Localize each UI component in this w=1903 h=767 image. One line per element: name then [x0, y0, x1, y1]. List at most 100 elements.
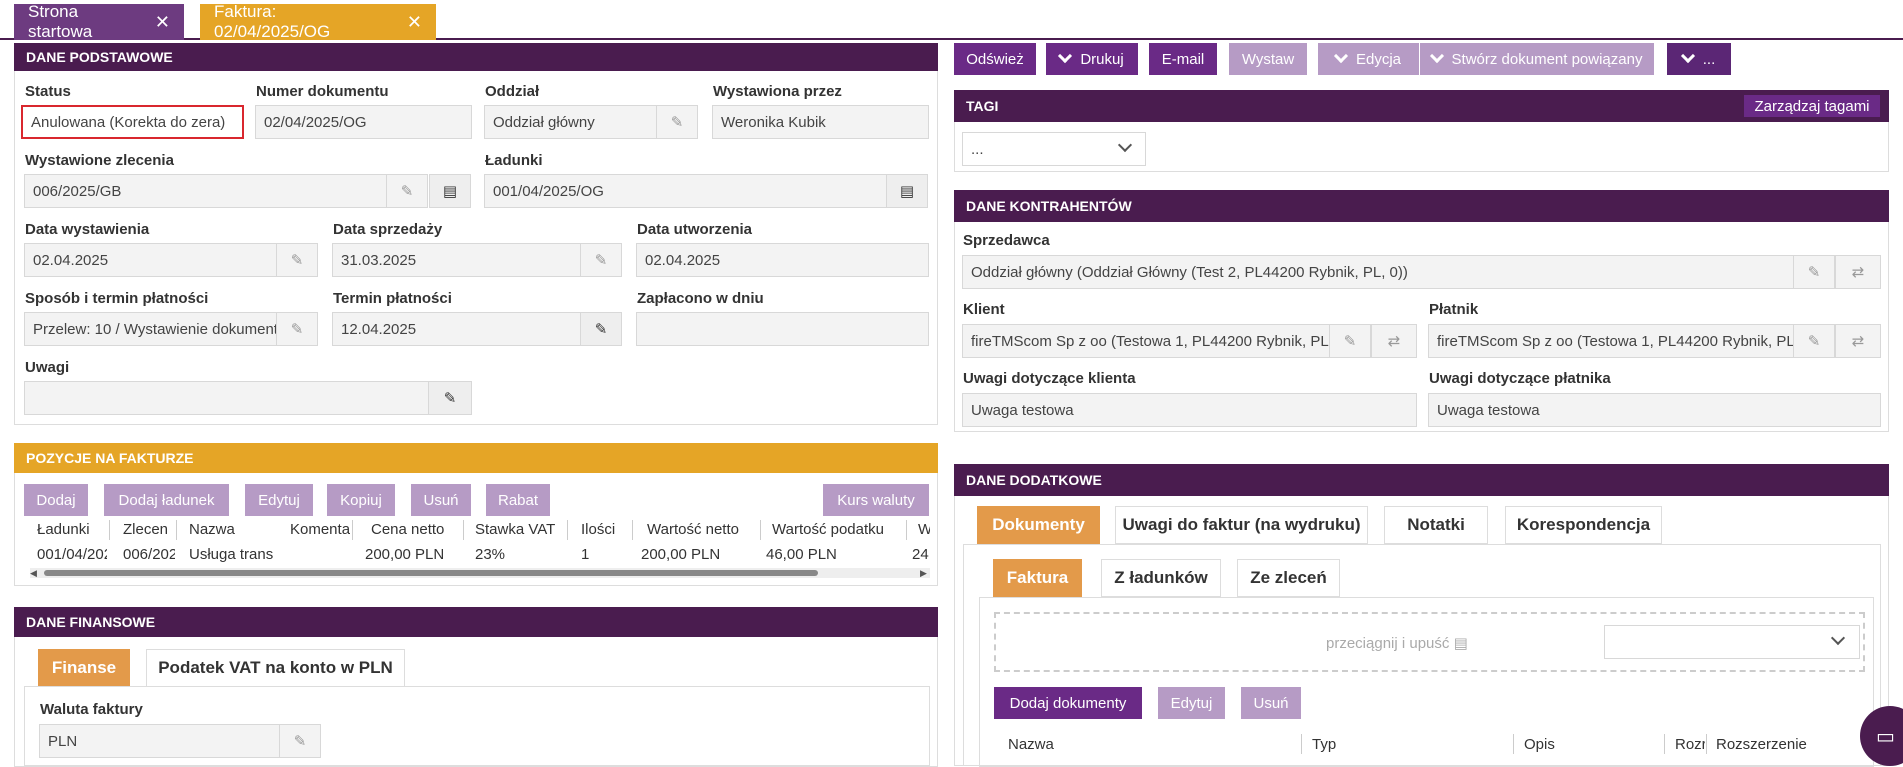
document-icon[interactable]: ▤ — [429, 174, 471, 208]
client-notes-field[interactable]: Uwaga testowa — [962, 393, 1417, 427]
tab-invoice-notes[interactable]: Uwagi do faktur (na wydruku) — [1115, 506, 1368, 544]
tab-home-label: Strona startowa — [28, 2, 93, 41]
swap-icon[interactable]: ⇄ — [1835, 324, 1881, 358]
close-icon[interactable]: ✕ — [155, 12, 170, 33]
table-cell[interactable]: 23% — [475, 546, 565, 563]
edit-icon[interactable]: ✎ — [1329, 324, 1371, 358]
payment-method-field[interactable]: Przelew: 10 / Wystawienie dokumentu — [24, 312, 277, 346]
currency-field[interactable]: PLN — [39, 724, 280, 758]
subtab-invoice[interactable]: Faktura — [993, 559, 1082, 597]
copy-button[interactable]: Kopiuj — [327, 484, 395, 516]
tab-invoice[interactable]: Faktura: 02/04/2025/OG ✕ — [200, 2, 436, 41]
column-header[interactable]: Wartość netto — [647, 521, 757, 538]
document-type-select[interactable] — [1604, 625, 1860, 659]
column-header[interactable]: Cena netto — [371, 521, 461, 538]
close-icon[interactable]: ✕ — [407, 12, 422, 33]
edit-documents-button[interactable]: Edytuj — [1158, 687, 1225, 719]
create-related-button[interactable]: Stwórz dokument powiązany — [1420, 43, 1654, 75]
delete-button[interactable]: Usuń — [411, 484, 471, 516]
edit-icon[interactable]: ✎ — [428, 381, 472, 415]
table-cell[interactable]: Usługa trans — [189, 546, 279, 563]
status-field: Anulowana (Korekta do zera) — [21, 105, 244, 139]
edit-icon[interactable]: ✎ — [580, 243, 622, 277]
client-field[interactable]: fireTMScom Sp z oo (Testowa 1, PL44200 R… — [962, 324, 1330, 358]
tab-vat[interactable]: Podatek VAT na konto w PLN — [146, 649, 405, 687]
column-header[interactable]: Rozr — [1675, 736, 1705, 753]
tags-select[interactable]: ... — [962, 132, 1146, 166]
edit-icon[interactable]: ✎ — [276, 312, 318, 346]
issue-date-field[interactable]: 02.04.2025 — [24, 243, 277, 277]
table-cell[interactable]: 200,00 PLN — [365, 546, 460, 563]
subtab-from-loads[interactable]: Z ładunków — [1101, 559, 1221, 597]
notes-field[interactable] — [24, 381, 429, 415]
issued-by-field[interactable]: Weronika Kubik — [712, 105, 929, 139]
column-header[interactable]: Nazwa — [1008, 736, 1054, 753]
column-header[interactable]: Typ — [1312, 736, 1336, 753]
more-button[interactable]: ... — [1667, 43, 1731, 75]
scroll-left-icon[interactable]: ◀ — [30, 568, 37, 578]
document-icon[interactable]: ▤ — [886, 174, 928, 208]
column-header[interactable]: W — [918, 521, 930, 538]
scrollbar-thumb[interactable] — [44, 570, 818, 576]
table-cell[interactable]: 46,00 PLN — [766, 546, 891, 563]
issue-button[interactable]: Wystaw — [1229, 43, 1307, 75]
payer-notes-field[interactable]: Uwaga testowa — [1428, 393, 1881, 427]
table-cell[interactable]: 001/04/202 — [37, 546, 107, 563]
edit-icon[interactable]: ✎ — [656, 105, 698, 139]
table-cell[interactable]: 24 — [912, 546, 930, 563]
docnum-field[interactable]: 02/04/2025/OG — [255, 105, 472, 139]
edit-icon[interactable]: ✎ — [386, 174, 428, 208]
table-cell[interactable]: 200,00 PLN — [641, 546, 751, 563]
column-header[interactable]: Komenta — [290, 521, 350, 538]
loads-field[interactable]: 001/04/2025/OG — [484, 174, 887, 208]
paid-date-field[interactable] — [636, 312, 929, 346]
scroll-right-icon[interactable]: ▶ — [920, 568, 927, 578]
edit-button[interactable]: Edytuj — [245, 484, 313, 516]
tab-documents[interactable]: Dokumenty — [977, 506, 1100, 544]
add-button[interactable]: Dodaj — [24, 484, 88, 516]
payment-due-field[interactable]: 12.04.2025 — [332, 312, 581, 346]
column-separator — [1706, 734, 1707, 754]
currency-rate-button[interactable]: Kurs waluty — [823, 484, 929, 516]
edit-icon[interactable]: ✎ — [276, 243, 318, 277]
subtab-from-orders[interactable]: Ze zleceń — [1237, 559, 1340, 597]
edit-icon[interactable]: ✎ — [1793, 324, 1835, 358]
orders-field[interactable]: 006/2025/GB — [24, 174, 387, 208]
manage-tags-button[interactable]: Zarządzaj tagami — [1744, 95, 1880, 117]
column-header[interactable]: Opis — [1524, 736, 1555, 753]
refresh-button[interactable]: Odśwież — [954, 43, 1036, 75]
sale-date-field[interactable]: 31.03.2025 — [332, 243, 581, 277]
column-separator — [352, 520, 353, 540]
seller-field[interactable]: Oddział główny (Oddział Główny (Test 2, … — [962, 255, 1794, 289]
column-header[interactable]: Ilości — [581, 521, 631, 538]
email-button[interactable]: E-mail — [1149, 43, 1217, 75]
branch-field[interactable]: Oddział główny — [484, 105, 657, 139]
swap-icon[interactable]: ⇄ — [1835, 255, 1881, 289]
edit-icon[interactable]: ✎ — [279, 724, 321, 758]
discount-button[interactable]: Rabat — [486, 484, 550, 516]
table-cell[interactable]: 1 — [581, 546, 631, 563]
tab-finance[interactable]: Finanse — [38, 649, 130, 687]
column-header[interactable]: Rozszerzenie — [1716, 736, 1807, 753]
swap-icon[interactable]: ⇄ — [1371, 324, 1417, 358]
print-button[interactable]: Drukuj — [1046, 43, 1138, 75]
column-header[interactable]: Nazwa — [189, 521, 279, 538]
tab-home[interactable]: Strona startowa ✕ — [14, 2, 184, 41]
add-load-button[interactable]: Dodaj ładunek — [104, 484, 229, 516]
delete-documents-button[interactable]: Usuń — [1241, 687, 1301, 719]
column-header[interactable]: Wartość podatku — [772, 521, 897, 538]
edit-dropdown-button[interactable]: Edycja — [1318, 43, 1419, 75]
table-cell[interactable]: 006/202 — [123, 546, 175, 563]
column-header[interactable]: Zlecen — [123, 521, 175, 538]
edit-icon[interactable]: ✎ — [1793, 255, 1835, 289]
section-positions-header: POZYCJE NA FAKTURZE — [14, 443, 938, 473]
tab-correspondence[interactable]: Korespondencja — [1505, 506, 1662, 544]
tab-notes[interactable]: Notatki — [1384, 506, 1488, 544]
add-documents-button[interactable]: Dodaj dokumenty — [994, 687, 1142, 719]
edit-icon[interactable]: ✎ — [580, 312, 622, 346]
column-header[interactable]: Stawka VAT — [475, 521, 565, 538]
column-header[interactable]: Ładunki — [37, 521, 107, 538]
more-label: ... — [1702, 50, 1716, 68]
payer-field[interactable]: fireTMScom Sp z oo (Testowa 1, PL44200 R… — [1428, 324, 1794, 358]
created-date-field[interactable]: 02.04.2025 — [636, 243, 929, 277]
